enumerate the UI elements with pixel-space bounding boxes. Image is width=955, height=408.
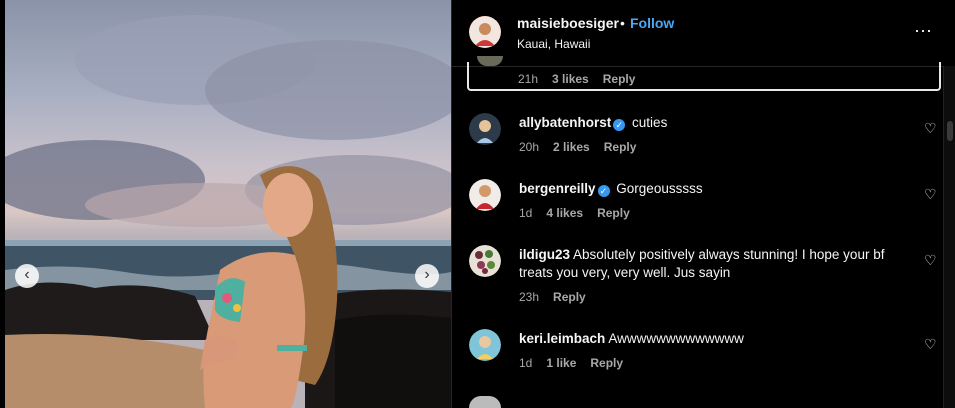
comment-time: 21h xyxy=(518,72,539,86)
chevron-left-icon: ‹ xyxy=(24,266,30,283)
reply-button[interactable]: Reply xyxy=(553,290,586,304)
separator-dot: • xyxy=(620,15,625,31)
avatar-picture xyxy=(469,113,501,145)
heart-icon[interactable]: ♡ xyxy=(924,252,937,269)
post-photo: ‹ › xyxy=(5,0,451,408)
post-header: maisieboesiger • Follow Kauai, Hawaii ⋯ xyxy=(452,0,955,67)
comment-body: Absolutely positively always stunning! I… xyxy=(519,247,885,280)
commenter-avatar[interactable] xyxy=(469,329,501,361)
comment-likes[interactable]: 4 likes xyxy=(546,206,583,220)
reply-button[interactable]: Reply xyxy=(597,206,630,220)
comment-time: 1d xyxy=(519,356,533,370)
comment-text: ildigu23 Absolutely positively always st… xyxy=(519,246,909,282)
previous-photo-button[interactable]: ‹ xyxy=(15,264,39,288)
comment-meta: 21h 3 likes Reply xyxy=(518,72,649,86)
comment-username[interactable]: allybatenhorst xyxy=(519,115,611,130)
reply-button[interactable]: Reply xyxy=(603,72,636,86)
comment-text: keri.leimbach Awwwwwwwwwwwww xyxy=(519,330,909,348)
beach-photo-illustration xyxy=(5,15,451,408)
comment-meta: 20h 2 likes Reply xyxy=(519,140,650,154)
comments-panel: maisieboesiger • Follow Kauai, Hawaii ⋯ … xyxy=(451,0,955,408)
highlighted-comment[interactable]: 21h 3 likes Reply xyxy=(467,56,941,91)
follow-button[interactable]: Follow xyxy=(630,15,674,31)
post-location[interactable]: Kauai, Hawaii xyxy=(517,37,590,51)
author-avatar[interactable] xyxy=(469,16,501,48)
comment-likes[interactable]: 3 likes xyxy=(552,72,589,86)
avatar-picture xyxy=(469,329,501,361)
commenter-avatar[interactable] xyxy=(469,396,501,408)
comment-meta: 1d 1 like Reply xyxy=(519,356,637,370)
comment-body: cuties xyxy=(632,115,668,130)
comment-username[interactable]: ildigu23 xyxy=(519,247,570,262)
more-options-icon[interactable]: ⋯ xyxy=(914,21,933,42)
next-photo-button[interactable]: › xyxy=(415,264,439,288)
comment-likes[interactable]: 1 like xyxy=(546,356,576,370)
comment-username[interactable]: bergenreilly xyxy=(519,181,596,196)
commenter-avatar xyxy=(477,56,503,66)
verified-badge-icon: ✓ xyxy=(597,185,610,197)
comments-scrollbar[interactable] xyxy=(943,66,955,408)
commenter-avatar[interactable] xyxy=(469,113,501,145)
comment-meta: 23h Reply xyxy=(519,290,600,304)
comment-body: Awwwwwwwwwwwww xyxy=(608,331,744,346)
verified-badge-icon: ✓ xyxy=(613,119,626,131)
heart-icon[interactable]: ♡ xyxy=(924,186,937,203)
heart-icon[interactable]: ♡ xyxy=(924,336,937,353)
avatar-picture xyxy=(469,245,501,277)
commenter-avatar[interactable] xyxy=(469,179,501,211)
scrollbar-thumb[interactable] xyxy=(947,121,953,141)
comment-meta: 1d 4 likes Reply xyxy=(519,206,644,220)
author-username[interactable]: maisieboesiger xyxy=(517,15,619,31)
reply-button[interactable]: Reply xyxy=(590,356,623,370)
chevron-right-icon: › xyxy=(424,266,430,283)
comment-likes[interactable]: 2 likes xyxy=(553,140,590,154)
avatar-picture xyxy=(469,179,501,211)
avatar-picture xyxy=(469,16,501,48)
heart-icon[interactable]: ♡ xyxy=(924,120,937,137)
reply-button[interactable]: Reply xyxy=(604,140,637,154)
comment-text: allybatenhorst ✓ cuties xyxy=(519,114,909,132)
comment-username[interactable]: keri.leimbach xyxy=(519,331,605,346)
commenter-avatar[interactable] xyxy=(469,245,501,277)
comment-time: 23h xyxy=(519,290,540,304)
comment-time: 1d xyxy=(519,206,533,220)
comment-body: Gorgeousssss xyxy=(616,181,703,196)
comment-text: bergenreilly ✓ Gorgeousssss xyxy=(519,180,909,198)
comment-time: 20h xyxy=(519,140,540,154)
